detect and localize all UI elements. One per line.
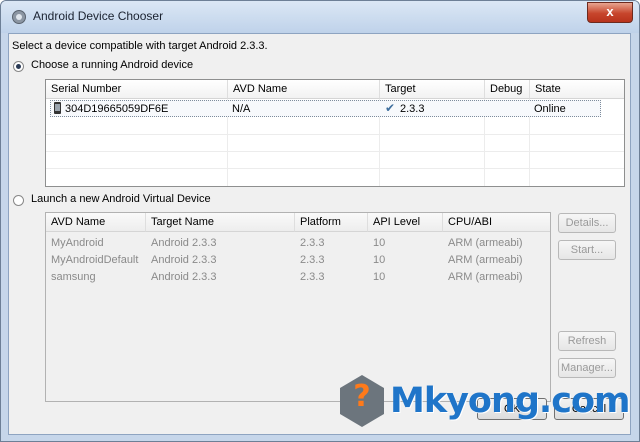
platform-cell: 2.3.3 [300, 237, 325, 249]
column-header-debug[interactable]: Debug [485, 80, 530, 99]
watermark-text: Mkyong.com [390, 381, 630, 421]
column-header-cpu-abi[interactable]: CPU/ABI [443, 213, 550, 232]
target-name-cell: Android 2.3.3 [151, 271, 217, 283]
column-header-target[interactable]: Target [380, 80, 485, 99]
table-row[interactable]: MyAndroid Android 2.3.3 2.3.3 10 ARM (ar… [46, 235, 550, 252]
platform-cell: 2.3.3 [300, 271, 325, 283]
start-button[interactable]: Start... [558, 240, 616, 260]
api-level-cell: 10 [373, 271, 386, 283]
mkyong-watermark-logo: ? Mkyong.com [340, 375, 630, 431]
table-row[interactable]: 304D19665059DF6E N/A ✔ 2.3.3 Online [46, 100, 624, 118]
column-header-avd-name[interactable]: AVD Name [228, 80, 380, 99]
table-row[interactable]: MyAndroidDefault Android 2.3.3 2.3.3 10 … [46, 252, 550, 269]
avd-name-cell: N/A [232, 103, 251, 115]
avd-name-cell: samsung [51, 271, 96, 283]
avd-name-cell: MyAndroid [51, 237, 104, 249]
table-row[interactable]: samsung Android 2.3.3 2.3.3 10 ARM (arme… [46, 269, 550, 286]
gear-icon [12, 10, 26, 24]
question-mark-icon: ? [353, 379, 371, 414]
row-divider [46, 151, 624, 152]
column-header-state[interactable]: State [530, 80, 624, 99]
android-device-chooser-window: Android Device Chooser x Select a device… [0, 0, 640, 442]
state-cell: Online [534, 103, 566, 115]
running-devices-table[interactable]: Serial Number AVD Name Target Debug Stat… [45, 79, 625, 187]
title-bar[interactable]: Android Device Chooser x [1, 1, 639, 33]
target-name-cell: Android 2.3.3 [151, 237, 217, 249]
launch-avd-label: Launch a new Android Virtual Device [31, 193, 211, 205]
refresh-button[interactable]: Refresh [558, 331, 616, 351]
cpu-abi-cell: ARM (armeabi) [448, 254, 523, 266]
platform-cell: 2.3.3 [300, 254, 325, 266]
checkmark-icon: ✔ [385, 101, 396, 115]
choose-running-label: Choose a running Android device [31, 59, 194, 71]
target-cell: 2.3.3 [400, 103, 425, 115]
details-button[interactable]: Details... [558, 213, 616, 233]
column-header-serial[interactable]: Serial Number [46, 80, 228, 99]
column-header-avd-name[interactable]: AVD Name [46, 213, 146, 232]
close-button[interactable]: x [587, 2, 633, 23]
column-header-target-name[interactable]: Target Name [146, 213, 295, 232]
column-header-api-level[interactable]: API Level [368, 213, 443, 232]
column-header-platform[interactable]: Platform [295, 213, 368, 232]
api-level-cell: 10 [373, 237, 386, 249]
radio-unselected-indicator[interactable] [13, 195, 24, 206]
serial-number-cell: 304D19665059DF6E [65, 103, 169, 115]
radio-selected-indicator[interactable] [13, 61, 24, 72]
cpu-abi-cell: ARM (armeabi) [448, 237, 523, 249]
window-title: Android Device Chooser [33, 9, 164, 23]
api-level-cell: 10 [373, 254, 386, 266]
avd-name-cell: MyAndroidDefault [51, 254, 139, 266]
avd-table[interactable]: AVD Name Target Name Platform API Level … [45, 212, 551, 402]
row-divider [46, 134, 624, 135]
prompt-label: Select a device compatible with target A… [12, 40, 268, 52]
row-divider [46, 168, 624, 169]
cpu-abi-cell: ARM (armeabi) [448, 271, 523, 283]
phone-icon [54, 102, 61, 114]
target-name-cell: Android 2.3.3 [151, 254, 217, 266]
